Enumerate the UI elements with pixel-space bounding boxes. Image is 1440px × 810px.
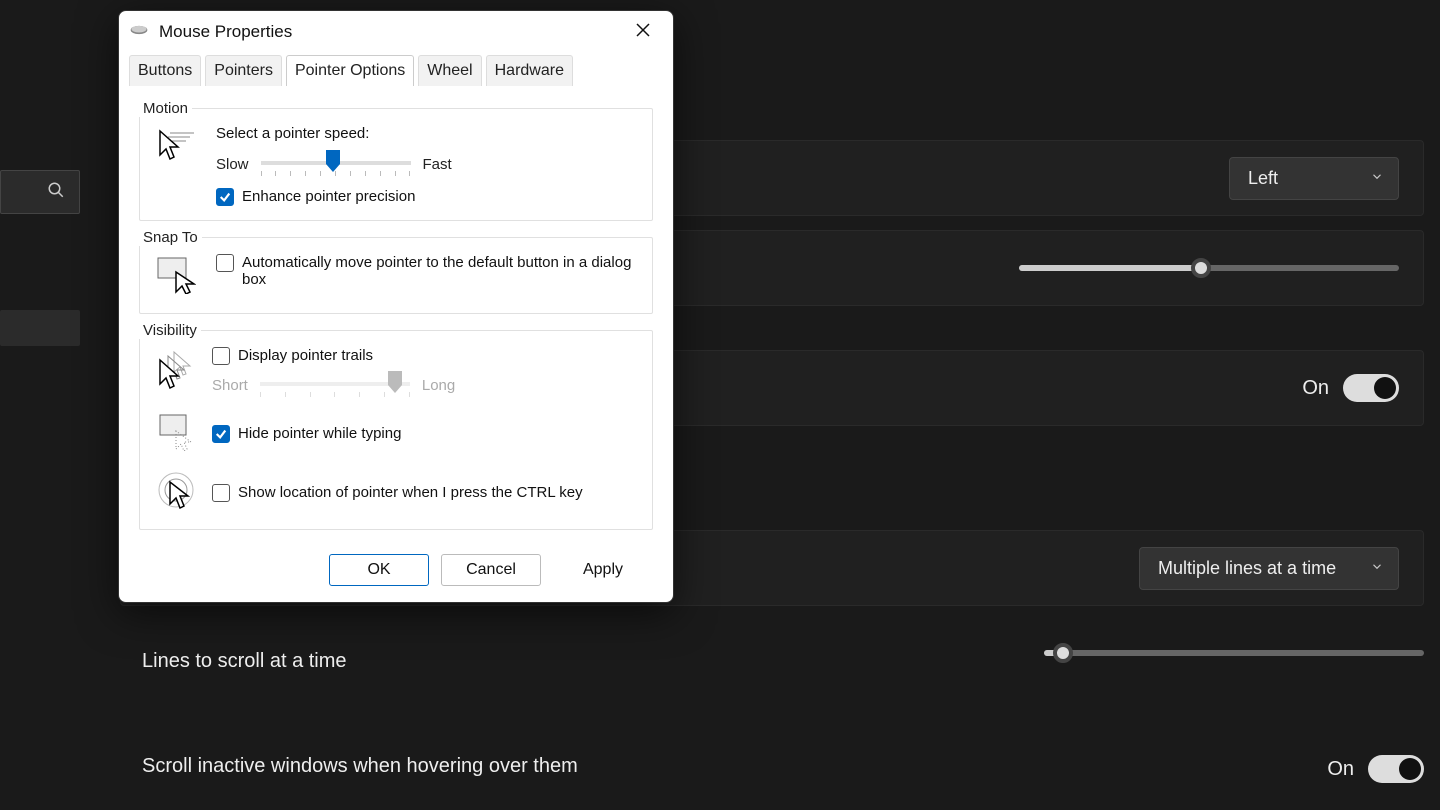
pointer-trails-slider: [260, 373, 410, 397]
scroll-mode-dropdown[interactable]: Multiple lines at a time: [1139, 547, 1399, 590]
chevron-down-icon: [1370, 558, 1384, 579]
motion-group-label: Motion: [139, 100, 192, 117]
mouse-icon: [129, 23, 149, 42]
tab-wheel[interactable]: Wheel: [418, 55, 481, 86]
long-label: Long: [422, 377, 455, 394]
dialog-title: Mouse Properties: [159, 22, 613, 42]
snap-to-icon: [156, 281, 196, 298]
pointer-trails-icon: [156, 377, 196, 394]
pointer-speed-slider[interactable]: [1019, 265, 1399, 271]
tab-pointer-options[interactable]: Pointer Options: [286, 55, 414, 86]
tab-pointers[interactable]: Pointers: [205, 55, 282, 86]
locate-pointer-checkbox[interactable]: [212, 484, 230, 502]
snap-to-checkbox[interactable]: [216, 254, 234, 272]
scroll-inactive-label: Scroll inactive windows when hovering ov…: [142, 755, 578, 778]
sidebar-selected-item[interactable]: [0, 310, 80, 346]
hide-pointer-icon: [156, 438, 196, 455]
tab-buttons[interactable]: Buttons: [129, 55, 201, 86]
mouse-properties-dialog: Mouse Properties Buttons Pointers Pointe…: [118, 10, 674, 603]
scroll-inactive-toggle[interactable]: [1368, 755, 1424, 783]
slow-label: Slow: [216, 156, 249, 173]
apply-button[interactable]: Apply: [553, 554, 653, 586]
ok-button[interactable]: OK: [329, 554, 429, 586]
tab-hardware[interactable]: Hardware: [486, 55, 573, 86]
snapto-group-label: Snap To: [139, 229, 202, 246]
lines-to-scroll-slider[interactable]: [1044, 650, 1424, 656]
locate-pointer-label: Show location of pointer when I press th…: [238, 484, 583, 501]
pointer-speed-dialog-slider[interactable]: [261, 152, 411, 176]
chevron-down-icon: [1370, 168, 1384, 189]
pointer-trails-checkbox[interactable]: [212, 347, 230, 365]
hide-pointer-label: Hide pointer while typing: [238, 425, 401, 442]
dropdown-value: Left: [1248, 168, 1278, 188]
enhance-precision-label: Enhance pointer precision: [242, 188, 415, 205]
hide-pointer-checkbox[interactable]: [212, 425, 230, 443]
search-icon: [47, 181, 65, 204]
enhance-precision-checkbox[interactable]: [216, 188, 234, 206]
short-label: Short: [212, 377, 248, 394]
visibility-group-label: Visibility: [139, 322, 201, 339]
pointer-speed-icon: [156, 152, 196, 169]
cancel-button[interactable]: Cancel: [441, 554, 541, 586]
close-icon: [635, 22, 651, 43]
dropdown-value: Multiple lines at a time: [1158, 558, 1336, 578]
lines-to-scroll-label: Lines to scroll at a time: [142, 650, 347, 673]
enhance-precision-toggle[interactable]: [1343, 374, 1399, 402]
primary-button-dropdown[interactable]: Left: [1229, 157, 1399, 200]
toggle-state-label: On: [1327, 758, 1354, 781]
pointer-trails-label: Display pointer trails: [238, 347, 373, 364]
fast-label: Fast: [423, 156, 452, 173]
settings-search-input[interactable]: [0, 170, 80, 214]
locate-pointer-icon: [156, 497, 196, 514]
pointer-speed-label: Select a pointer speed:: [216, 125, 636, 142]
snap-to-label: Automatically move pointer to the defaul…: [242, 254, 636, 288]
toggle-state-label: On: [1302, 377, 1329, 400]
close-button[interactable]: [623, 17, 663, 47]
